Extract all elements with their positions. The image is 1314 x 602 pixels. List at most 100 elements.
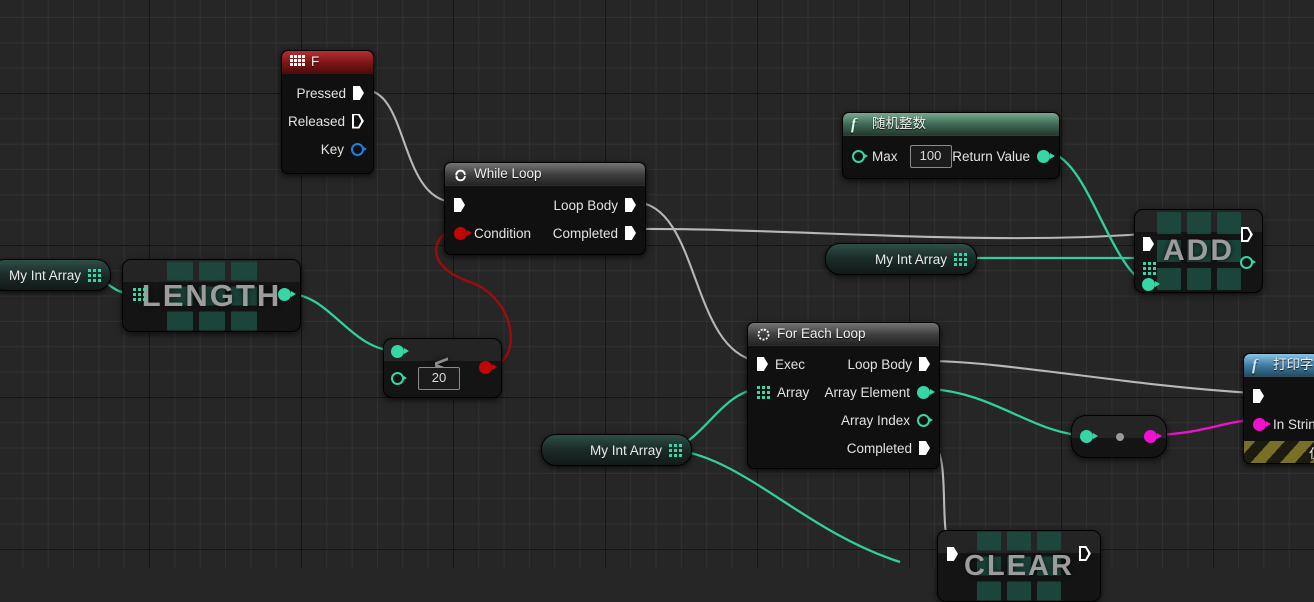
- pin-row-exec-loopbody[interactable]: Loop Body: [445, 191, 645, 219]
- pin-label-max: Max: [872, 148, 898, 164]
- pin-int-b[interactable]: [391, 372, 407, 385]
- node-header: f 打印字符串: [1244, 354, 1314, 377]
- var-label: My Int Array: [589, 442, 662, 458]
- pin-exec-released[interactable]: [352, 114, 364, 129]
- pin-label-loop-body: Loop Body: [553, 197, 618, 213]
- pin-int-max[interactable]: Max 100: [852, 144, 952, 168]
- node-array-add[interactable]: ADD: [1134, 209, 1263, 293]
- pin-row-key[interactable]: Key: [282, 135, 373, 163]
- pin-exec-in[interactable]: [1253, 389, 1264, 403]
- pin-string-out[interactable]: [1144, 430, 1162, 443]
- pin-label-key: Key: [320, 141, 344, 157]
- pin-row-condition-completed[interactable]: Condition Completed: [445, 219, 645, 247]
- node-watermark-label: ADD: [1163, 234, 1234, 267]
- pin-label-loop-body: Loop Body: [847, 356, 912, 372]
- var-my-int-array-right[interactable]: My Int Array: [825, 243, 977, 275]
- function-icon: f: [851, 115, 857, 133]
- pin-exec-pressed[interactable]: [353, 86, 364, 100]
- node-body: Loop Body Condition Completed: [445, 186, 645, 254]
- pin-int-return-value[interactable]: [1037, 149, 1055, 163]
- pin-exec-in[interactable]: [454, 198, 465, 212]
- node-less-than[interactable]: < 20: [383, 338, 502, 398]
- node-header: F: [282, 51, 373, 74]
- pin-row-released[interactable]: Released: [282, 107, 373, 135]
- pin-row-exec-loopbody[interactable]: Exec Loop Body: [748, 350, 939, 378]
- pin-array-out[interactable]: [88, 268, 101, 282]
- pin-array-in[interactable]: [133, 288, 146, 301]
- var-label: My Int Array: [8, 267, 81, 283]
- pin-exec-loop-body[interactable]: [919, 357, 930, 371]
- pin-row-in-string[interactable]: In String: [1244, 410, 1314, 438]
- pin-label-condition: Condition: [474, 225, 532, 241]
- pin-int-return-index[interactable]: [1240, 256, 1256, 269]
- pin-label-array: Array: [777, 384, 810, 400]
- pin-label-return-value: Return Value: [952, 148, 1030, 164]
- pin-array-out[interactable]: [954, 252, 967, 266]
- node-body: In String: [1244, 377, 1314, 441]
- var-label: My Int Array: [874, 251, 947, 267]
- node-body: Pressed Released Key: [282, 74, 373, 173]
- node-random-integer[interactable]: f 随机整数 Max 100 Return Value: [842, 112, 1060, 179]
- pin-label-pressed: Pressed: [296, 85, 346, 101]
- node-title: 随机整数: [872, 116, 926, 131]
- pin-exec-loop-body[interactable]: [625, 198, 636, 212]
- node-title: While Loop: [474, 166, 542, 181]
- pin-string-in[interactable]: In String: [1253, 417, 1314, 432]
- node-event-f[interactable]: F Pressed Released Key: [281, 50, 374, 174]
- node-header: While Loop: [445, 163, 645, 186]
- node-header: For Each Loop: [748, 323, 939, 346]
- pin-row-array-element[interactable]: Array Array Element: [748, 378, 939, 406]
- pin-exec-completed[interactable]: [625, 226, 636, 240]
- loop-icon: [756, 327, 771, 342]
- pin-array-in[interactable]: [1143, 262, 1156, 275]
- pin-row-exec[interactable]: [1244, 382, 1314, 410]
- node-body: Exec Loop Body Array Array Element Array…: [748, 346, 939, 468]
- pin-array-out[interactable]: [669, 443, 682, 457]
- pin-row-pressed[interactable]: Pressed: [282, 79, 373, 107]
- node-array-clear[interactable]: CLEAR: [937, 530, 1101, 602]
- pin-row-completed[interactable]: Completed: [748, 434, 939, 462]
- less-than-value-input[interactable]: 20: [418, 367, 460, 390]
- conversion-dot-icon: [1116, 433, 1124, 441]
- pin-label-array-element: Array Element: [824, 384, 910, 400]
- node-watermark-label: CLEAR: [964, 549, 1074, 582]
- pin-int-out[interactable]: [278, 288, 296, 301]
- development-only-label: 仅限开: [1309, 443, 1314, 462]
- pin-int-in[interactable]: [1080, 430, 1098, 443]
- pin-int-new-item[interactable]: [1142, 278, 1160, 291]
- var-my-int-array-left[interactable]: My Int Array: [0, 259, 111, 291]
- loop-icon: [453, 167, 468, 182]
- pin-label-completed: Completed: [552, 225, 618, 241]
- function-icon: f: [1252, 356, 1258, 374]
- max-value-input[interactable]: 100: [909, 144, 952, 168]
- pin-bool-out[interactable]: [479, 361, 497, 374]
- pin-exec-completed[interactable]: [919, 441, 930, 455]
- keyboard-icon: [290, 54, 305, 70]
- pin-exec-in[interactable]: Exec: [757, 357, 805, 372]
- pin-row-array-index[interactable]: Array Index: [748, 406, 939, 434]
- pin-array-in[interactable]: Array: [757, 385, 809, 400]
- node-to-string[interactable]: [1071, 415, 1167, 458]
- pin-bool-condition[interactable]: Condition: [454, 226, 531, 241]
- pin-struct-key[interactable]: [351, 142, 367, 156]
- pin-row-max-return[interactable]: Max 100 Return Value: [843, 142, 1059, 170]
- node-while-loop[interactable]: While Loop Loop Body Condition Completed: [444, 162, 646, 255]
- pin-label-array-index: Array Index: [840, 412, 910, 428]
- pin-int-array-element[interactable]: [917, 385, 935, 399]
- development-only-banner: 仅限开: [1244, 441, 1314, 463]
- node-print-string[interactable]: f 打印字符串 In String 仅限开: [1243, 353, 1314, 464]
- pin-int-a[interactable]: [391, 345, 409, 358]
- node-for-each-loop[interactable]: For Each Loop Exec Loop Body Array Array…: [747, 322, 940, 469]
- pin-int-array-index[interactable]: [917, 413, 933, 427]
- node-body: Max 100 Return Value: [843, 136, 1059, 178]
- node-watermark-label: LENGTH: [141, 277, 282, 313]
- node-array-length[interactable]: LENGTH: [122, 259, 301, 332]
- node-header: f 随机整数: [843, 113, 1059, 136]
- node-title: F: [311, 54, 320, 69]
- node-title: 打印字符串: [1273, 357, 1314, 372]
- node-title: For Each Loop: [777, 326, 866, 341]
- pin-label-released: Released: [287, 113, 345, 129]
- var-my-int-array-mid[interactable]: My Int Array: [541, 434, 692, 466]
- pin-label-in-string: In String: [1273, 416, 1314, 432]
- pin-label-completed: Completed: [846, 440, 912, 456]
